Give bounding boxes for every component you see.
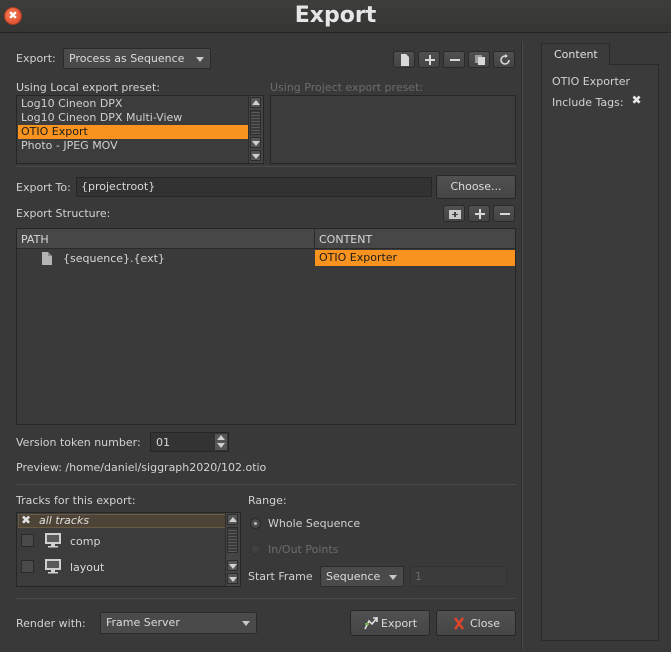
content-column-header[interactable]: CONTENT — [319, 233, 372, 246]
cancel-icon — [454, 617, 464, 630]
add-preset-button[interactable] — [418, 51, 440, 68]
tracks-scrollbar[interactable] — [225, 513, 240, 586]
scroll-down-icon[interactable] — [227, 560, 238, 571]
start-frame-mode-combo[interactable]: Sequence — [320, 566, 404, 587]
divider — [16, 166, 516, 167]
copy-icon — [475, 55, 485, 65]
close-button-label: Close — [470, 617, 500, 630]
scroll-down-icon[interactable] — [250, 150, 261, 161]
window-title: Export — [294, 3, 377, 28]
divider — [16, 598, 516, 599]
structure-content-selected[interactable]: OTIO Exporter — [315, 250, 515, 266]
remove-path-button[interactable] — [493, 205, 515, 222]
include-tags-checkbox[interactable]: ✖ — [630, 94, 643, 107]
new-preset-button[interactable] — [393, 51, 415, 68]
inout-points-radio[interactable] — [250, 544, 261, 555]
monitor-icon — [45, 559, 61, 574]
track-checkbox[interactable] — [21, 534, 34, 547]
scroll-up-icon[interactable] — [227, 514, 238, 525]
track-checkbox[interactable] — [21, 560, 34, 573]
preset-item-selected[interactable]: OTIO Export — [18, 125, 248, 139]
local-preset-list[interactable]: Log10 Cineon DPX Log10 Cineon DPX Multi-… — [16, 95, 264, 164]
whole-sequence-label[interactable]: Whole Sequence — [268, 517, 360, 530]
start-frame-mode-value: Sequence — [326, 570, 381, 583]
close-button[interactable]: Close — [436, 610, 516, 636]
table-header — [17, 229, 515, 249]
splitter[interactable] — [521, 42, 523, 650]
preview-path: Preview: /home/daniel/siggraph2020/102.o… — [16, 461, 267, 474]
minus-icon — [500, 213, 510, 215]
export-button-label: Export — [381, 617, 418, 630]
export-to-label: Export To: — [16, 181, 71, 194]
folder-plus-icon — [449, 210, 461, 219]
version-token-value: 01 — [156, 436, 170, 449]
local-preset-label: Using Local export preset: — [16, 81, 160, 94]
version-token-label: Version token number: — [16, 436, 141, 449]
track-label: comp — [70, 535, 101, 548]
monitor-icon — [45, 533, 61, 548]
plus-icon — [425, 55, 435, 65]
chevron-down-icon — [242, 621, 250, 626]
export-arrow-icon — [364, 617, 378, 630]
tab-content[interactable]: Content — [541, 43, 610, 65]
scroll-up-icon[interactable] — [250, 97, 261, 108]
refresh-icon — [500, 54, 510, 65]
scroll-handle[interactable] — [227, 527, 238, 553]
preset-item[interactable]: Log10 Cineon DPX Multi-View — [18, 111, 262, 125]
add-path-button[interactable] — [468, 205, 490, 222]
project-preset-label: Using Project export preset: — [270, 81, 424, 94]
export-structure-table[interactable]: PATH CONTENT {sequence}.{ext} OTIO Expor… — [16, 228, 516, 425]
export-to-field[interactable]: {projectroot} — [76, 177, 432, 197]
start-frame-field[interactable]: 1 — [410, 566, 507, 587]
track-all-label: all tracks — [39, 514, 90, 527]
add-folder-button[interactable] — [443, 205, 465, 222]
inout-points-label: In/Out Points — [268, 543, 339, 556]
chevron-down-icon — [196, 57, 204, 62]
export-mode-label: Export: — [16, 52, 56, 65]
checkmark-icon[interactable]: ✖ — [21, 513, 31, 527]
scroll-down-icon[interactable] — [227, 573, 238, 584]
export-structure-label: Export Structure: — [16, 207, 111, 220]
scroll-down-icon[interactable] — [250, 137, 261, 148]
chevron-down-icon — [389, 575, 397, 580]
structure-path[interactable]: {sequence}.{ext} — [63, 252, 165, 265]
copy-preset-button[interactable] — [468, 51, 490, 68]
tracks-label: Tracks for this export: — [16, 494, 136, 507]
range-label: Range: — [248, 494, 287, 507]
preset-item[interactable]: Photo - JPEG MOV — [18, 139, 262, 153]
track-label: layout — [70, 561, 105, 574]
content-panel-title: OTIO Exporter — [552, 75, 631, 88]
path-column-header[interactable]: PATH — [21, 233, 49, 246]
start-frame-label: Start Frame — [248, 570, 313, 583]
plus-icon — [475, 209, 485, 219]
preset-scrollbar[interactable] — [248, 96, 263, 163]
preset-item[interactable]: Log10 Cineon DPX — [18, 97, 262, 111]
render-with-label: Render with: — [16, 617, 86, 630]
scroll-handle[interactable] — [250, 110, 261, 135]
file-icon — [42, 252, 52, 265]
column-divider — [314, 229, 315, 249]
content-panel — [541, 64, 659, 641]
choose-button[interactable]: Choose... — [436, 175, 516, 199]
revert-preset-button[interactable] — [493, 51, 515, 68]
render-with-combo[interactable]: Frame Server — [100, 612, 257, 634]
divider — [16, 484, 516, 485]
export-mode-value: Process as Sequence — [69, 52, 185, 65]
decrement-icon[interactable] — [215, 442, 227, 450]
document-icon — [401, 54, 409, 66]
increment-icon[interactable] — [215, 434, 227, 442]
whole-sequence-radio[interactable] — [250, 518, 261, 529]
include-tags-label: Include Tags: — [552, 96, 624, 109]
export-button[interactable]: Export — [350, 610, 430, 636]
minus-icon — [450, 59, 460, 61]
project-preset-list[interactable] — [270, 95, 516, 164]
remove-preset-button[interactable] — [443, 51, 465, 68]
version-token-spinbox[interactable]: 01 — [150, 432, 229, 452]
tab-content-label: Content — [554, 48, 598, 61]
render-with-value: Frame Server — [106, 616, 180, 629]
export-mode-combo[interactable]: Process as Sequence — [63, 48, 211, 69]
tracks-list[interactable]: ✖ all tracks comp layout — [16, 512, 241, 587]
